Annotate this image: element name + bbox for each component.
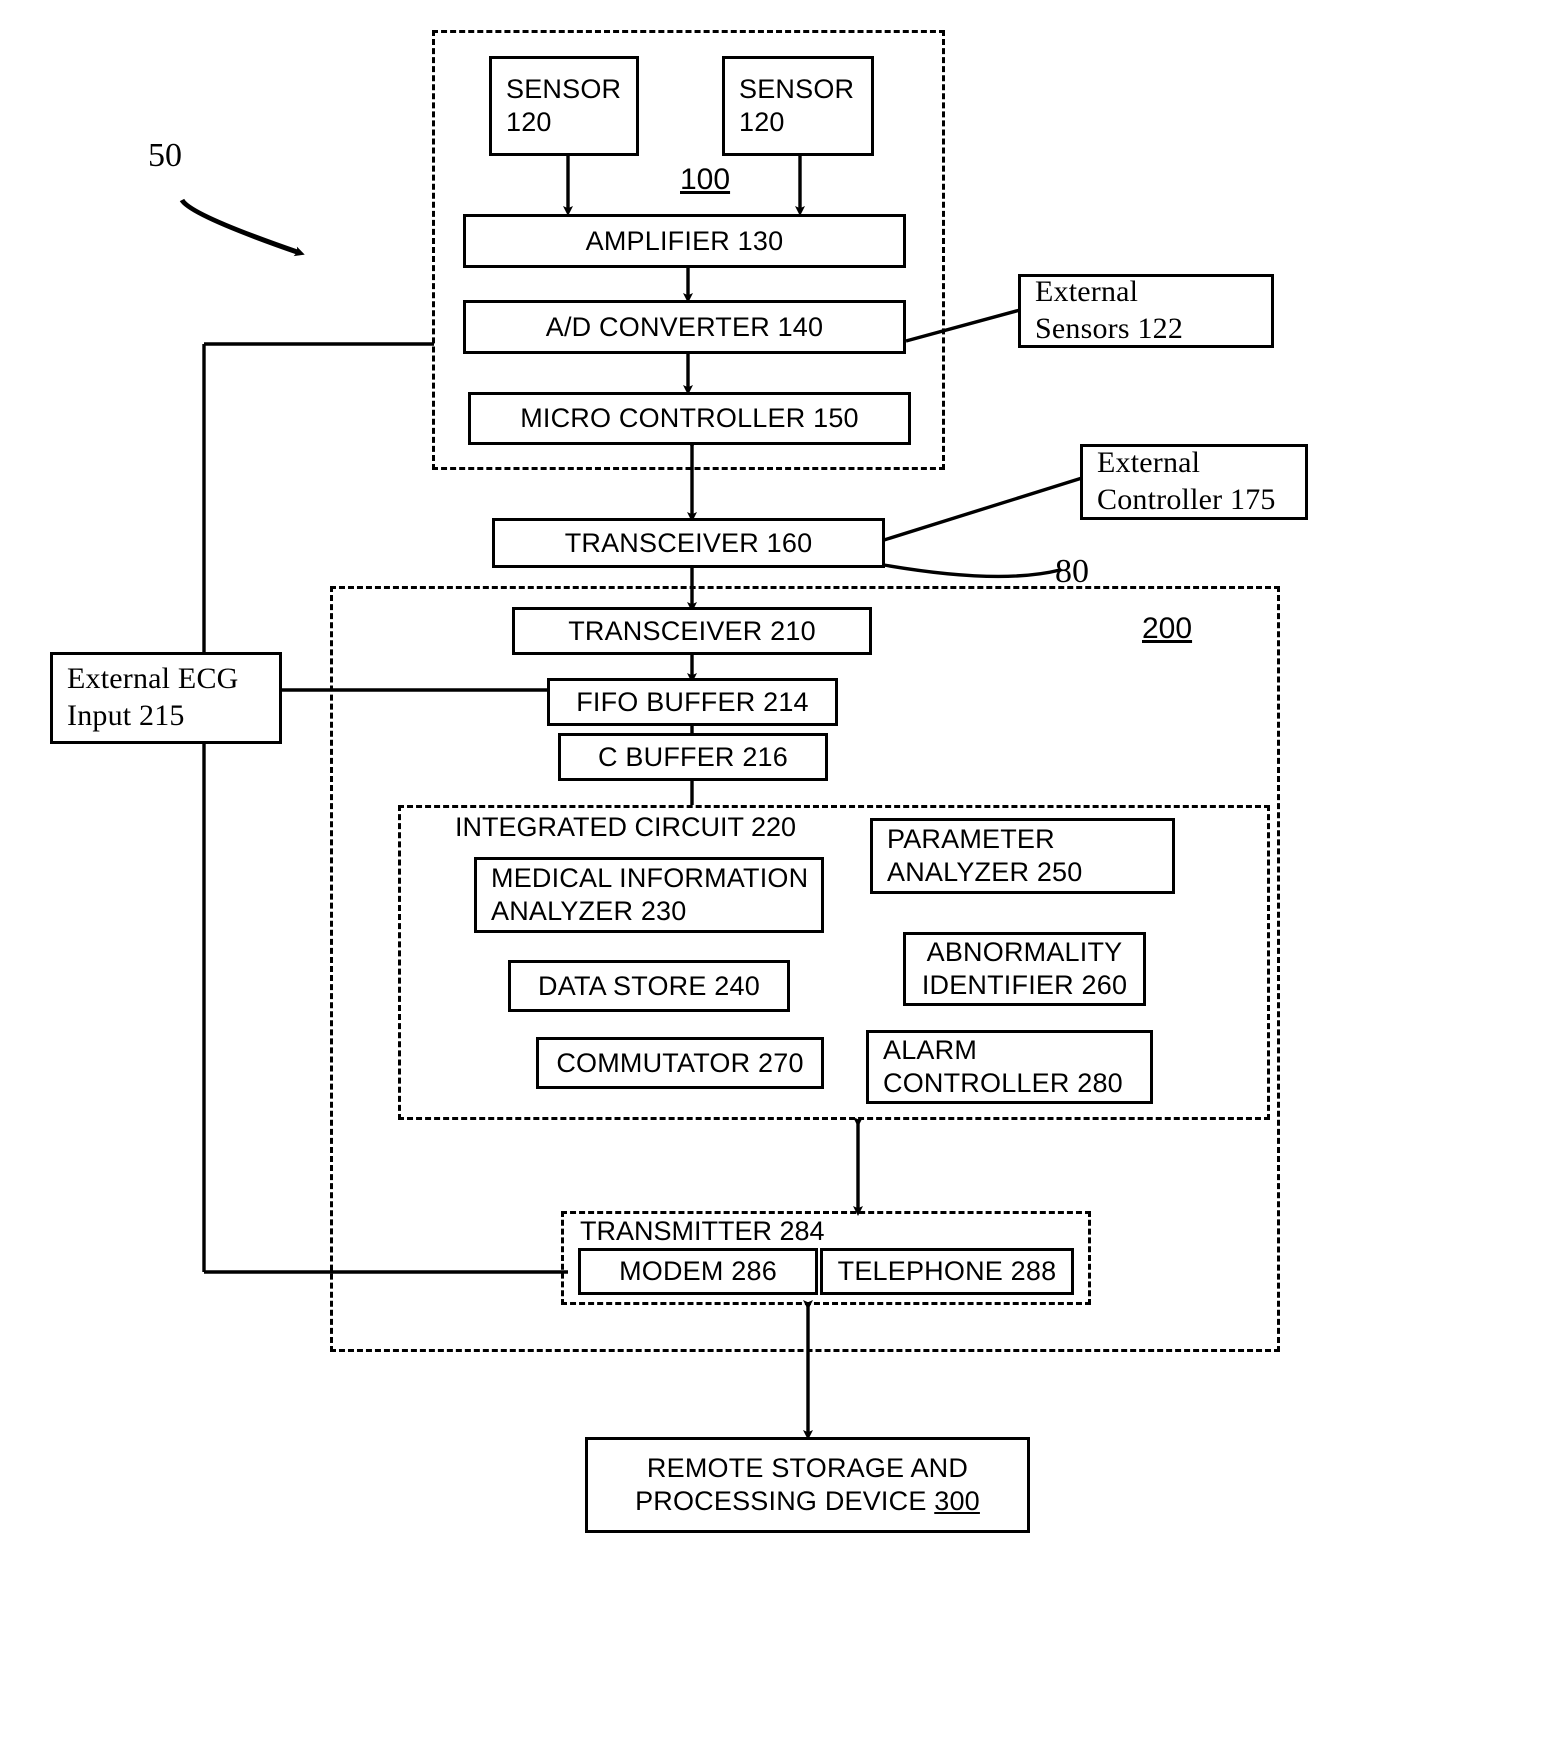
sensor-right-title: SENSOR xyxy=(739,74,855,105)
integrated-circuit-label: INTEGRATED CIRCUIT 220 xyxy=(455,812,797,842)
transceiver-210-box[interactable]: TRANSCEIVER 210 xyxy=(512,607,872,655)
commutator-label: COMMUTATOR 270 xyxy=(556,1047,804,1078)
external-ecg-line1: External ECG xyxy=(67,662,239,696)
alarm-controller-box[interactable]: ALARM CONTROLLER 280 xyxy=(866,1030,1153,1104)
parameter-analyzer-box[interactable]: PARAMETER ANALYZER 250 xyxy=(870,818,1175,894)
transmitter-label: TRANSMITTER 284 xyxy=(580,1216,825,1246)
sensor-box-left[interactable]: SENSOR 120 xyxy=(489,56,639,156)
sensor-left-title: SENSOR xyxy=(506,74,622,105)
medical-information-analyzer-box[interactable]: MEDICAL INFORMATION ANALYZER 230 xyxy=(474,857,824,933)
medical-info-analyzer-line2: ANALYZER 230 xyxy=(491,896,687,926)
commutator-box[interactable]: COMMUTATOR 270 xyxy=(536,1037,824,1089)
external-controller-box[interactable]: External Controller 175 xyxy=(1080,444,1308,520)
transceiver-160-box[interactable]: TRANSCEIVER 160 xyxy=(492,518,885,568)
ad-converter-label: A/D CONVERTER 140 xyxy=(545,311,824,342)
remote-storage-line2: PROCESSING DEVICE 300 xyxy=(635,1485,980,1518)
leader-system-50 xyxy=(179,198,305,257)
sensor-left-numeral: 120 xyxy=(506,107,552,137)
patent-figure-canvas: 50 100 80 200 SENSOR 120 SENSOR 120 AMPL… xyxy=(0,0,1541,1762)
fifo-buffer-label: FIFO BUFFER 214 xyxy=(576,686,809,717)
external-controller-line2: Controller 175 xyxy=(1097,483,1276,516)
external-sensors-box[interactable]: External Sensors 122 xyxy=(1018,274,1274,348)
telephone-label: TELEPHONE 288 xyxy=(837,1256,1057,1287)
fifo-buffer-box[interactable]: FIFO BUFFER 214 xyxy=(547,678,838,726)
medical-info-analyzer-line1: MEDICAL INFORMATION xyxy=(491,863,809,894)
amplifier-box[interactable]: AMPLIFIER 130 xyxy=(463,214,906,268)
sensor-box-right[interactable]: SENSOR 120 xyxy=(722,56,874,156)
c-buffer-box[interactable]: C BUFFER 216 xyxy=(558,733,828,781)
external-sensors-line1: External xyxy=(1035,275,1139,309)
ref-monitor-unit-100: 100 xyxy=(680,163,731,196)
remote-storage-line1: REMOTE STORAGE AND xyxy=(646,1453,969,1484)
remote-storage-line2-text: PROCESSING DEVICE xyxy=(635,1486,935,1516)
remote-storage-numeral: 300 xyxy=(934,1486,980,1516)
abnormality-identifier-box[interactable]: ABNORMALITY IDENTIFIER 260 xyxy=(903,932,1146,1006)
ref-link-80: 80 xyxy=(1055,553,1089,590)
sensor-right-numeral: 120 xyxy=(739,107,785,137)
parameter-analyzer-line1: PARAMETER xyxy=(887,824,1055,855)
c-buffer-label: C BUFFER 216 xyxy=(598,741,788,772)
alarm-controller-line1: ALARM xyxy=(883,1035,978,1066)
modem-box[interactable]: MODEM 286 xyxy=(578,1248,818,1295)
amplifier-label: AMPLIFIER 130 xyxy=(585,225,784,256)
data-store-box[interactable]: DATA STORE 240 xyxy=(508,960,790,1012)
abnormality-identifier-line2: IDENTIFIER 260 xyxy=(921,970,1128,1000)
leader-link-80 xyxy=(883,563,1061,579)
data-store-label: DATA STORE 240 xyxy=(538,970,760,1001)
micro-controller-label: MICRO CONTROLLER 150 xyxy=(520,403,859,434)
parameter-analyzer-line2: ANALYZER 250 xyxy=(887,857,1083,887)
external-controller-line1: External xyxy=(1097,446,1201,480)
modem-label: MODEM 286 xyxy=(619,1256,777,1287)
micro-controller-box[interactable]: MICRO CONTROLLER 150 xyxy=(468,392,911,445)
leader-external-controller xyxy=(883,476,1083,542)
ref-system-50: 50 xyxy=(148,137,182,174)
transceiver-210-label: TRANSCEIVER 210 xyxy=(568,615,816,646)
remote-storage-device-box[interactable]: REMOTE STORAGE AND PROCESSING DEVICE 300 xyxy=(585,1437,1030,1533)
ref-base-unit-200: 200 xyxy=(1142,612,1193,645)
external-ecg-line2: Input 215 xyxy=(67,699,185,732)
external-sensors-line2: Sensors 122 xyxy=(1035,312,1184,345)
telephone-box[interactable]: TELEPHONE 288 xyxy=(820,1248,1074,1295)
abnormality-identifier-line1: ABNORMALITY xyxy=(926,937,1123,968)
ad-converter-box[interactable]: A/D CONVERTER 140 xyxy=(463,300,906,354)
alarm-controller-line2: CONTROLLER 280 xyxy=(883,1068,1123,1098)
external-ecg-input-box[interactable]: External ECG Input 215 xyxy=(50,652,282,744)
transceiver-160-label: TRANSCEIVER 160 xyxy=(564,527,813,558)
